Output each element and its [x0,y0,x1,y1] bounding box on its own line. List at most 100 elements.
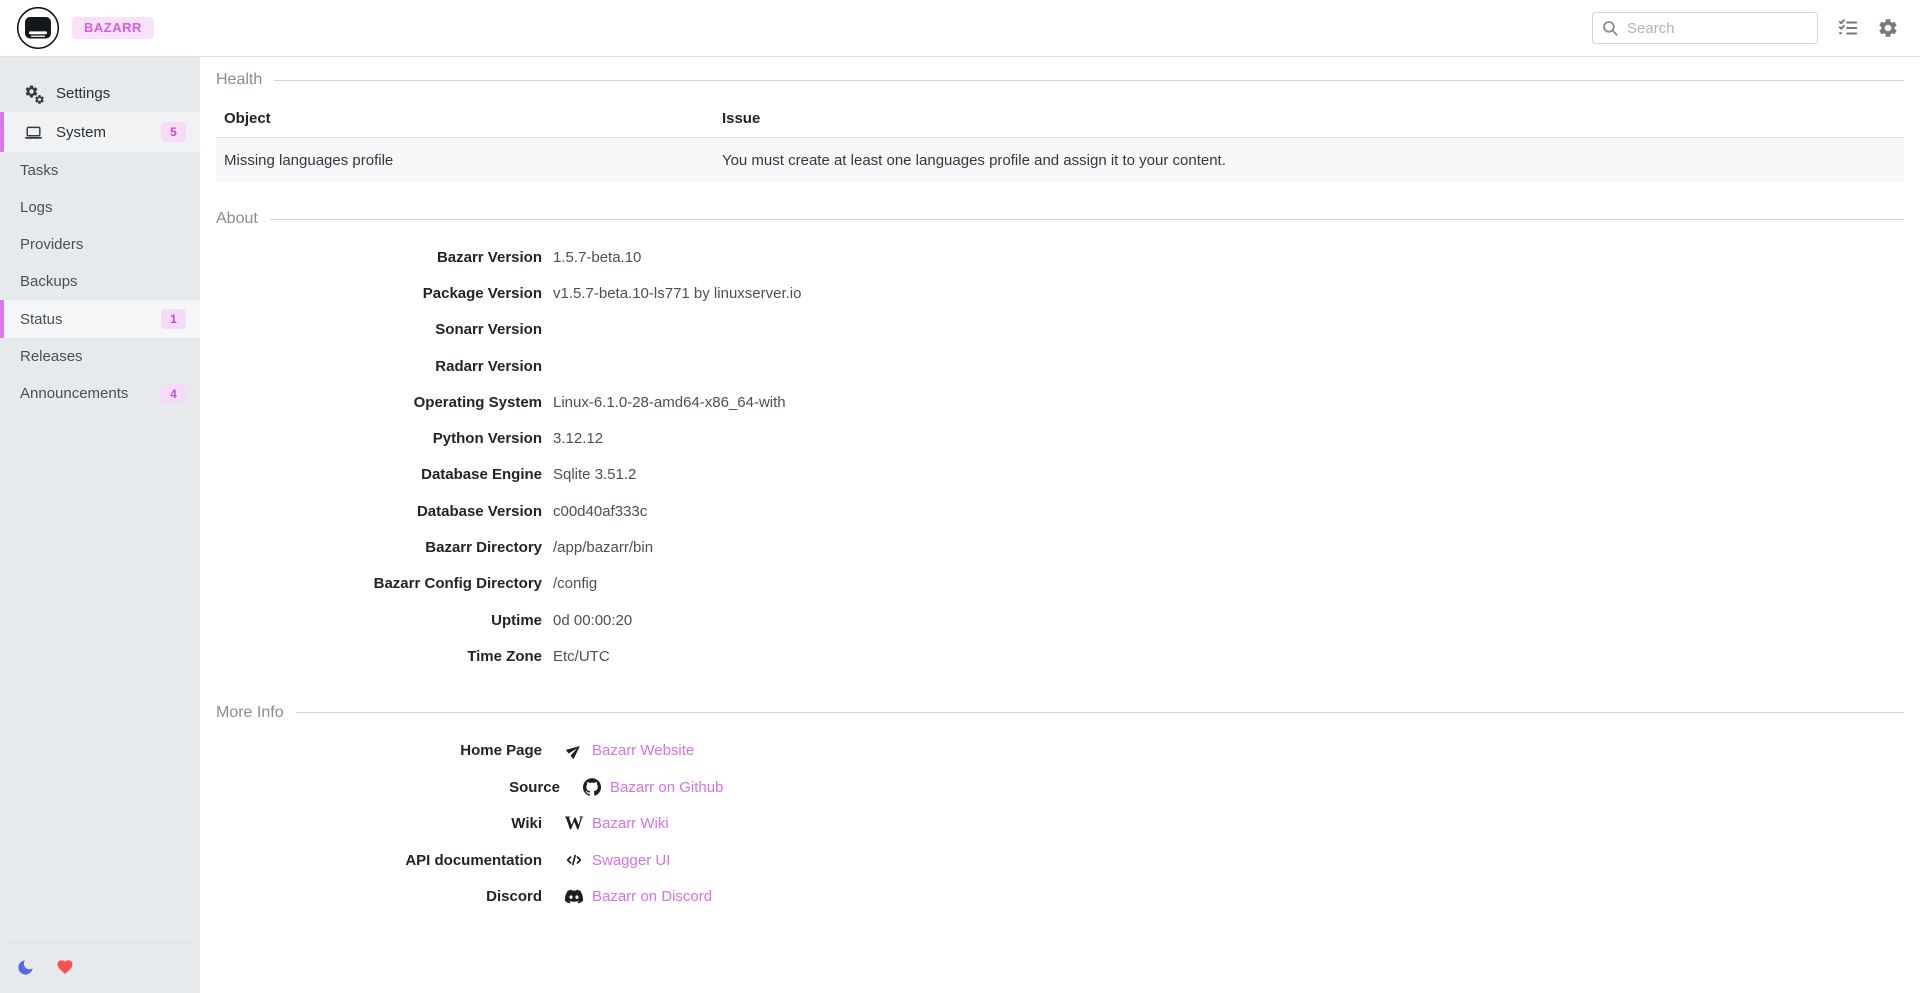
sidebar-item-label: Tasks [20,162,58,179]
bazarr-logo-icon[interactable] [16,6,60,50]
sidebar-item-system[interactable]: System 5 [0,112,200,152]
task-list-button[interactable] [1832,12,1864,44]
more-info-label: Discord [216,888,542,905]
sidebar-item-label: Releases [20,348,83,365]
discord-link[interactable]: Bazarr on Discord [592,888,712,905]
search-box[interactable] [1592,12,1818,44]
main-content: Health Object Issue Missing languages pr… [200,57,1920,993]
health-table: Object Issue Missing languages profile Y… [216,100,1904,183]
health-object-cell: Missing languages profile [216,138,714,184]
search-icon [1601,19,1619,37]
about-value: Sqlite 3.51.2 [553,466,636,483]
about-row-package-version: Package Version v1.5.7-beta.10-ls771 by … [216,275,1904,311]
health-section-title: Health [216,71,262,89]
more-info-row-wiki: Wiki W Bazarr Wiki [216,806,1904,843]
health-section: Health Object Issue Missing languages pr… [216,68,1904,183]
search-input[interactable] [1627,20,1809,37]
source-link[interactable]: Bazarr on Github [610,779,723,796]
laptop-icon [24,123,43,142]
settings-button[interactable] [1872,12,1904,44]
about-value: v1.5.7-beta.10-ls771 by linuxserver.io [553,285,801,302]
about-row-uptime: Uptime 0d 00:00:20 [216,602,1904,638]
sidebar-item-label: Announcements [20,385,128,402]
more-info-label: Home Page [216,742,542,759]
about-row-bazarr-config-directory: Bazarr Config Directory /config [216,566,1904,602]
app-title-badge[interactable]: BAZARR [72,17,154,39]
paper-plane-icon [565,742,583,760]
sidebar-item-label: Backups [20,273,78,290]
more-info-label: Source [234,779,560,796]
about-section: About Bazarr Version 1.5.7-beta.10 Packa… [216,207,1904,675]
sidebar: Settings System 5 Tasks Logs Providers B… [0,57,200,993]
about-row-radarr-version: Radarr Version [216,348,1904,384]
more-info-label: Wiki [216,815,542,832]
column-header-issue: Issue [714,100,1904,138]
more-info-label-wrap [216,778,234,796]
code-icon [565,851,583,869]
sidebar-item-label: Logs [20,199,53,216]
about-label: Sonarr Version [216,321,542,338]
checklist-icon [1837,17,1859,39]
discord-icon [565,888,583,906]
about-row-sonarr-version: Sonarr Version [216,312,1904,348]
sidebar-item-announcements[interactable]: Announcements 4 [0,375,200,412]
about-label: Time Zone [216,648,542,665]
about-label: Python Version [216,430,542,447]
more-info-section-title: More Info [216,704,284,722]
announcements-count-badge: 4 [161,384,186,404]
more-info-row-source: Source Bazarr on Github [216,769,1904,806]
section-divider [270,219,1904,220]
health-table-row: Missing languages profile You must creat… [216,138,1904,184]
about-row-database-version: Database Version c00d40af333c [216,493,1904,529]
sidebar-item-providers[interactable]: Providers [0,226,200,263]
sidebar-item-label: Status [20,311,63,328]
sidebar-item-backups[interactable]: Backups [0,263,200,300]
about-row-time-zone: Time Zone Etc/UTC [216,638,1904,674]
app-header: BAZARR [0,0,1920,57]
more-info-row-discord: Discord Bazarr on Discord [216,879,1904,916]
sidebar-item-status[interactable]: Status 1 [0,300,200,338]
sidebar-item-tasks[interactable]: Tasks [0,152,200,189]
about-row-python-version: Python Version 3.12.12 [216,420,1904,456]
about-label: Radarr Version [216,358,542,375]
about-value: Linux-6.1.0-28-amd64-x86_64-with [553,394,786,411]
about-value: 1.5.7-beta.10 [553,249,641,266]
about-value: 0d 00:00:20 [553,612,632,629]
about-row-bazarr-directory: Bazarr Directory /app/bazarr/bin [216,529,1904,565]
about-row-operating-system: Operating System Linux-6.1.0-28-amd64-x8… [216,384,1904,420]
health-table-header-row: Object Issue [216,100,1904,138]
about-value: Etc/UTC [553,648,610,665]
about-value: /config [553,575,597,592]
status-count-badge: 1 [161,309,186,329]
about-label: Bazarr Directory [216,539,542,556]
wiki-link[interactable]: Bazarr Wiki [592,815,669,832]
sidebar-item-settings[interactable]: Settings [0,75,200,112]
about-label: Uptime [216,612,542,629]
more-info-section: More Info Home Page Bazarr Website Sourc… [216,701,1904,916]
home-page-link[interactable]: Bazarr Website [592,742,694,759]
section-divider [296,712,1904,713]
sidebar-item-label: Providers [20,236,83,253]
sidebar-item-logs[interactable]: Logs [0,189,200,226]
sidebar-item-label: Settings [56,85,110,102]
api-documentation-link[interactable]: Swagger UI [592,852,670,869]
gear-icon [1877,17,1899,39]
github-icon [583,778,601,796]
more-info-row-home-page: Home Page Bazarr Website [216,733,1904,770]
sidebar-item-releases[interactable]: Releases [0,338,200,375]
about-value: c00d40af333c [553,503,647,520]
section-divider [274,80,1904,81]
about-row-database-engine: Database Engine Sqlite 3.51.2 [216,457,1904,493]
more-info-label: API documentation [216,852,542,869]
sidebar-item-label: System [56,124,106,141]
wikipedia-icon: W [565,815,583,833]
moon-icon[interactable] [16,957,36,977]
about-label: Database Version [216,503,542,520]
heart-icon[interactable] [56,957,76,977]
system-count-badge: 5 [161,122,186,142]
health-issue-cell: You must create at least one languages p… [714,138,1904,184]
about-label: Database Engine [216,466,542,483]
column-header-object: Object [216,100,714,138]
about-value: 3.12.12 [553,430,603,447]
gears-icon [24,84,43,103]
